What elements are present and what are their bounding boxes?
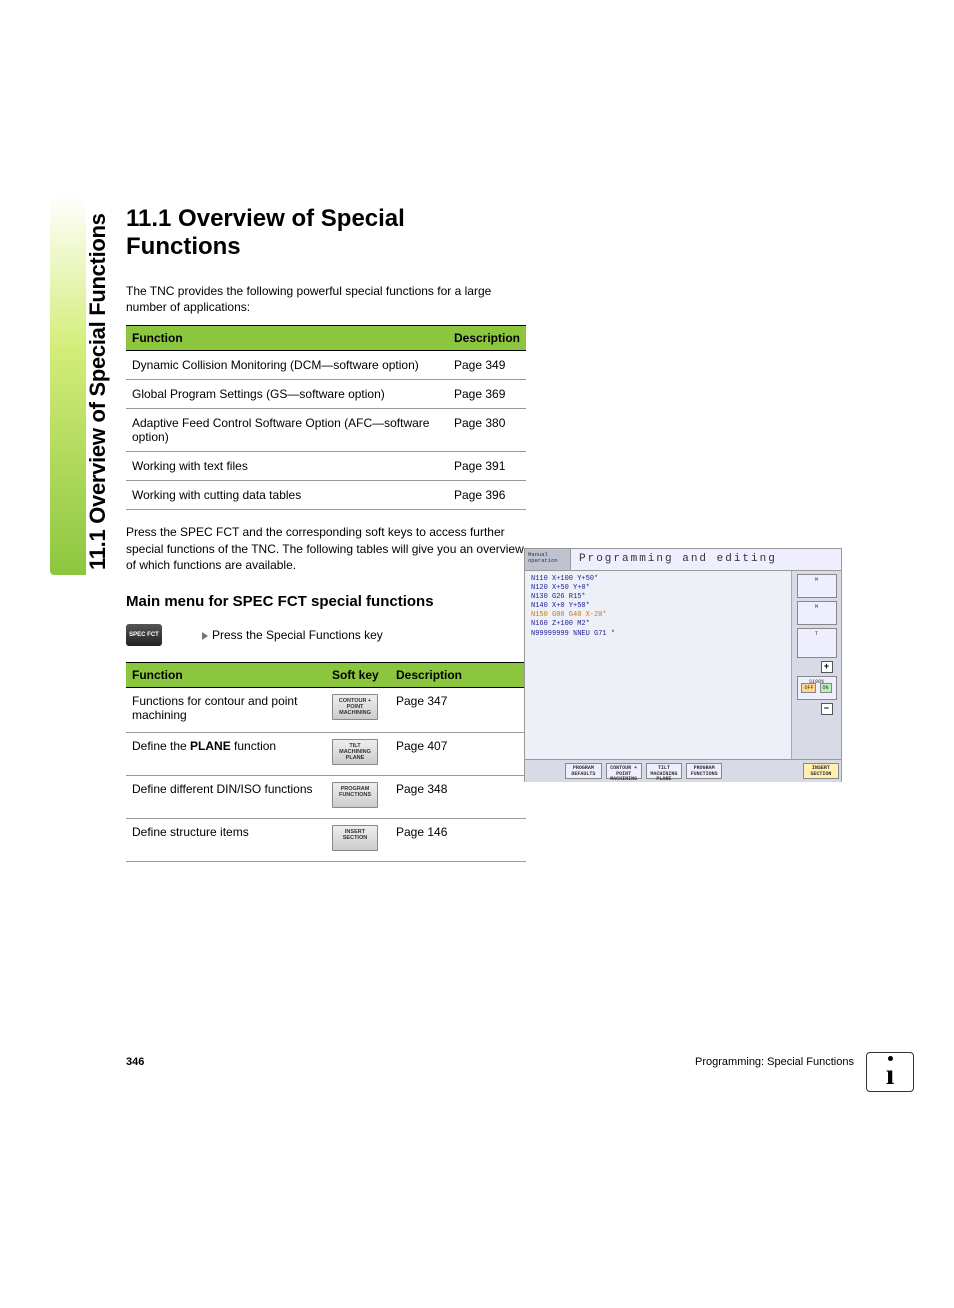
cell-func: Define structure items xyxy=(126,818,326,861)
intro-paragraph: The TNC provides the following powerful … xyxy=(126,283,526,315)
cell-func: Define the PLANE function xyxy=(126,732,326,775)
subheading: Main menu for SPEC FCT special functions xyxy=(126,593,526,610)
cell-func: Working with cutting data tables xyxy=(126,481,448,510)
scr-softkey: PROGRAM FUNCTIONS xyxy=(686,763,722,779)
table-row: Global Program Settings (GS—software opt… xyxy=(126,380,526,409)
table-row: Working with text files Page 391 xyxy=(126,452,526,481)
minus-icon: − xyxy=(821,703,833,715)
cell-softkey: CONTOUR + POINT MACHINING xyxy=(326,687,390,732)
table2-header-softkey: Soft key xyxy=(326,662,390,687)
cell-desc: Page 407 xyxy=(390,732,526,775)
table-row: Functions for contour and point machinin… xyxy=(126,687,526,732)
footer-section-label: Programming: Special Functions xyxy=(695,1056,854,1068)
side-mini-s: S100% OFF ON xyxy=(797,676,837,700)
softkey-icon: CONTOUR + POINT MACHINING xyxy=(332,694,378,720)
softkey-icon: TILT MACHINING PLANE xyxy=(332,739,378,765)
cell-desc: Page 347 xyxy=(390,687,526,732)
cell-desc: Page 349 xyxy=(448,351,526,380)
paragraph-specfct: Press the SPEC FCT and the corresponding… xyxy=(126,524,526,573)
cell-func: Functions for contour and point machinin… xyxy=(126,687,326,732)
side-mini-m: M xyxy=(797,574,837,598)
side-mini-t: T xyxy=(797,628,837,658)
triangle-bullet-icon xyxy=(202,632,208,640)
cell-softkey: TILT MACHINING PLANE xyxy=(326,732,390,775)
softkey-icon: PROGRAM FUNCTIONS xyxy=(332,782,378,808)
screenshot-softkey-bar: PROGRAM DEFAULTS CONTOUR + POINT MACHINI… xyxy=(525,759,841,782)
cell-desc: Page 348 xyxy=(390,775,526,818)
cell-desc: Page 380 xyxy=(448,409,526,452)
page-number: 346 xyxy=(126,1056,144,1068)
table-row: Working with cutting data tables Page 39… xyxy=(126,481,526,510)
scr-softkey: PROGRAM DEFAULTS xyxy=(565,763,601,779)
scr-softkey-insert: INSERT SECTION xyxy=(803,763,839,779)
cell-func: Global Program Settings (GS—software opt… xyxy=(126,380,448,409)
table-row: Define different DIN/ISO functions PROGR… xyxy=(126,775,526,818)
cell-softkey: PROGRAM FUNCTIONS xyxy=(326,775,390,818)
cell-desc: Page 396 xyxy=(448,481,526,510)
cell-func: Dynamic Collision Monitoring (DCM—softwa… xyxy=(126,351,448,380)
cell-desc: Page 391 xyxy=(448,452,526,481)
functions-table-2: Function Soft key Description Functions … xyxy=(126,662,526,862)
cnc-screenshot: Manual operation Programming and editing… xyxy=(524,548,842,782)
cell-desc: Page 369 xyxy=(448,380,526,409)
cell-desc: Page 146 xyxy=(390,818,526,861)
table2-header-function: Function xyxy=(126,662,326,687)
table2-header-description: Description xyxy=(390,662,526,687)
functions-table-1: Function Description Dynamic Collision M… xyxy=(126,325,526,510)
plus-icon: + xyxy=(821,661,833,673)
side-mini-m2: M xyxy=(797,601,837,625)
scr-softkey: TILT MACHINING PLANE xyxy=(646,763,682,779)
chapter-side-tab-text: 11.1 Overview of Special Functions xyxy=(85,213,111,570)
info-icon: ı xyxy=(866,1052,914,1092)
chapter-side-tab xyxy=(50,195,86,575)
table-row: Adaptive Feed Control Software Option (A… xyxy=(126,409,526,452)
scr-softkey: CONTOUR + POINT MACHINING xyxy=(606,763,642,779)
table1-header-function: Function xyxy=(126,326,448,351)
cell-func: Adaptive Feed Control Software Option (A… xyxy=(126,409,448,452)
page-heading: 11.1 Overview of Special Functions xyxy=(126,205,526,261)
table-row: Define structure items INSERT SECTION Pa… xyxy=(126,818,526,861)
screenshot-title: Programming and editing xyxy=(571,549,841,570)
table-row: Define the PLANE function TILT MACHINING… xyxy=(126,732,526,775)
table1-header-description: Description xyxy=(448,326,526,351)
cell-func: Working with text files xyxy=(126,452,448,481)
press-instruction: Press the Special Functions key xyxy=(202,628,383,642)
softkey-icon: INSERT SECTION xyxy=(332,825,378,851)
screenshot-code-area: N110 X+100 Y+50* N120 X+50 Y+0* N130 G26… xyxy=(525,571,791,759)
screenshot-side-panel: M M T + S100% OFF ON − xyxy=(791,571,841,759)
table-row: Dynamic Collision Monitoring (DCM—softwa… xyxy=(126,351,526,380)
cell-func: Define different DIN/ISO functions xyxy=(126,775,326,818)
spec-fct-key-icon: SPEC FCT xyxy=(126,624,162,646)
screenshot-mode-label: Manual operation xyxy=(525,549,571,570)
cell-softkey: INSERT SECTION xyxy=(326,818,390,861)
